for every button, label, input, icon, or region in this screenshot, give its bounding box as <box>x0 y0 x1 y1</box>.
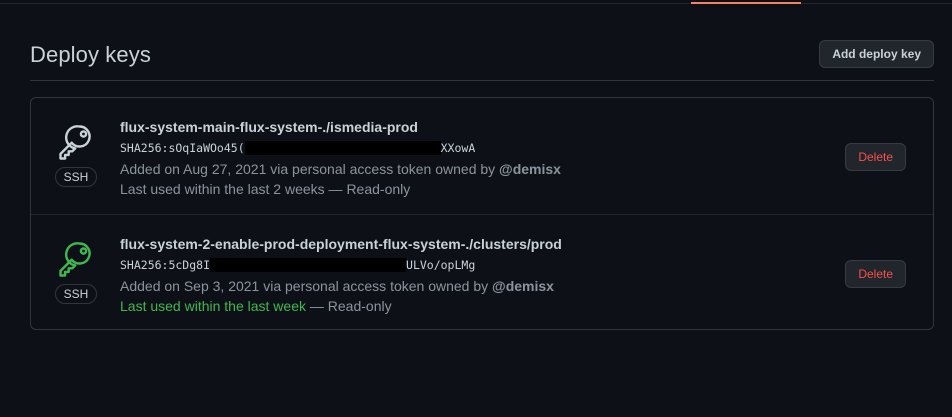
deploy-keys-page: Deploy keys Add deploy key SSH flux-syst… <box>0 0 952 417</box>
delete-key-button[interactable]: Delete <box>845 260 906 288</box>
add-deploy-key-button[interactable]: Add deploy key <box>819 40 934 68</box>
deploy-key-info: flux-system-2-enable-prod-deployment-flu… <box>120 234 562 316</box>
page-title: Deploy keys <box>30 42 151 67</box>
owner-link[interactable]: @demisx <box>492 278 554 294</box>
deploy-key-row: SSH flux-system-main-flux-system-./ismed… <box>31 98 933 214</box>
selected-tab-indicator <box>691 2 801 4</box>
redacted-block <box>244 141 441 155</box>
added-info: Added on Aug 27, 2021 via personal acces… <box>120 161 561 177</box>
ssh-badge: SSH <box>55 284 97 304</box>
deploy-key-title: flux-system-2-enable-prod-deployment-flu… <box>120 236 562 252</box>
deploy-key-row: SSH flux-system-2-enable-prod-deployment… <box>31 214 933 331</box>
deploy-key-info: flux-system-main-flux-system-./ismedia-p… <box>120 117 561 199</box>
deploy-key-list: SSH flux-system-main-flux-system-./ismed… <box>30 97 934 330</box>
fingerprint-start: SHA256:5cDg8I <box>120 258 211 272</box>
owner-link[interactable]: @demisx <box>499 161 561 177</box>
last-used-text: Last used within the last 2 weeks <box>120 181 325 197</box>
fingerprint-start: SHA256:sOqIaWOo45( <box>120 141 245 155</box>
fingerprint-end: XXowA <box>440 141 476 155</box>
redacted-block <box>210 258 407 272</box>
fingerprint-end: ULVo/opLMg <box>406 258 476 272</box>
deploy-key-title: flux-system-main-flux-system-./ismedia-p… <box>120 119 418 135</box>
key-icon <box>59 242 91 277</box>
ssh-badge: SSH <box>55 167 97 187</box>
key-fingerprint: SHA256:5cDg8I ULVo/opLMg <box>120 254 562 276</box>
key-icon <box>59 125 91 160</box>
tab-nav-border <box>0 3 952 4</box>
access-level: — Read-only <box>324 181 411 197</box>
access-level: — Read-only <box>306 298 392 314</box>
key-fingerprint: SHA256:sOqIaWOo45( XXowA <box>120 137 561 159</box>
last-used-info: Last used within the last 2 weeks — Read… <box>120 179 561 199</box>
delete-key-button[interactable]: Delete <box>845 143 906 171</box>
settings-header: Deploy keys Add deploy key <box>30 40 934 81</box>
added-info: Added on Sep 3, 2021 via personal access… <box>120 278 554 294</box>
last-used-info: Last used within the last week — Read-on… <box>120 296 562 316</box>
last-used-text: Last used within the last week <box>120 298 306 314</box>
